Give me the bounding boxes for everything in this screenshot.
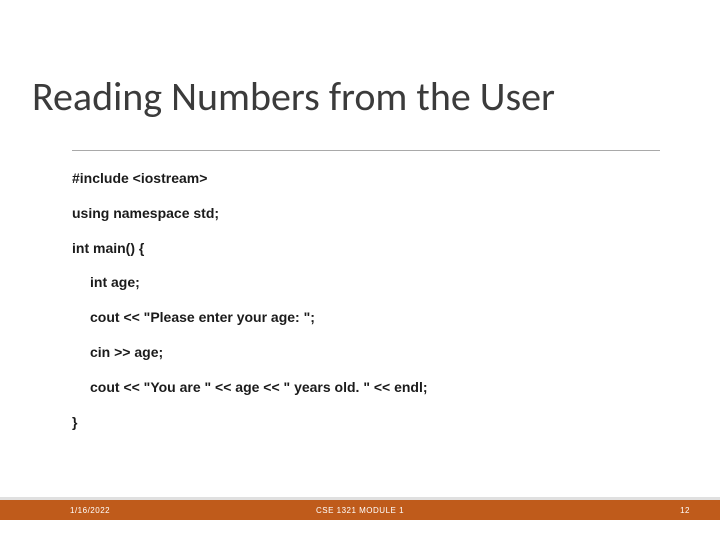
footer-bar: 1/16/2022 CSE 1321 MODULE 1 12 [0, 497, 720, 520]
code-line: int main() { [72, 240, 660, 257]
code-line: using namespace std; [72, 205, 660, 222]
slide-title: Reading Numbers from the User [32, 72, 688, 121]
code-line: int age; [72, 274, 660, 291]
footer-course: CSE 1321 MODULE 1 [0, 506, 720, 515]
footer-page-number: 12 [680, 506, 690, 515]
code-line: cin >> age; [72, 344, 660, 361]
code-block: #include <iostream> using namespace std;… [72, 170, 660, 448]
slide: Reading Numbers from the User #include <… [0, 0, 720, 540]
code-line: cout << "Please enter your age: "; [72, 309, 660, 326]
code-line: cout << "You are " << age << " years old… [72, 379, 660, 396]
title-divider [72, 150, 660, 151]
code-line: #include <iostream> [72, 170, 660, 187]
code-line: } [72, 414, 660, 431]
